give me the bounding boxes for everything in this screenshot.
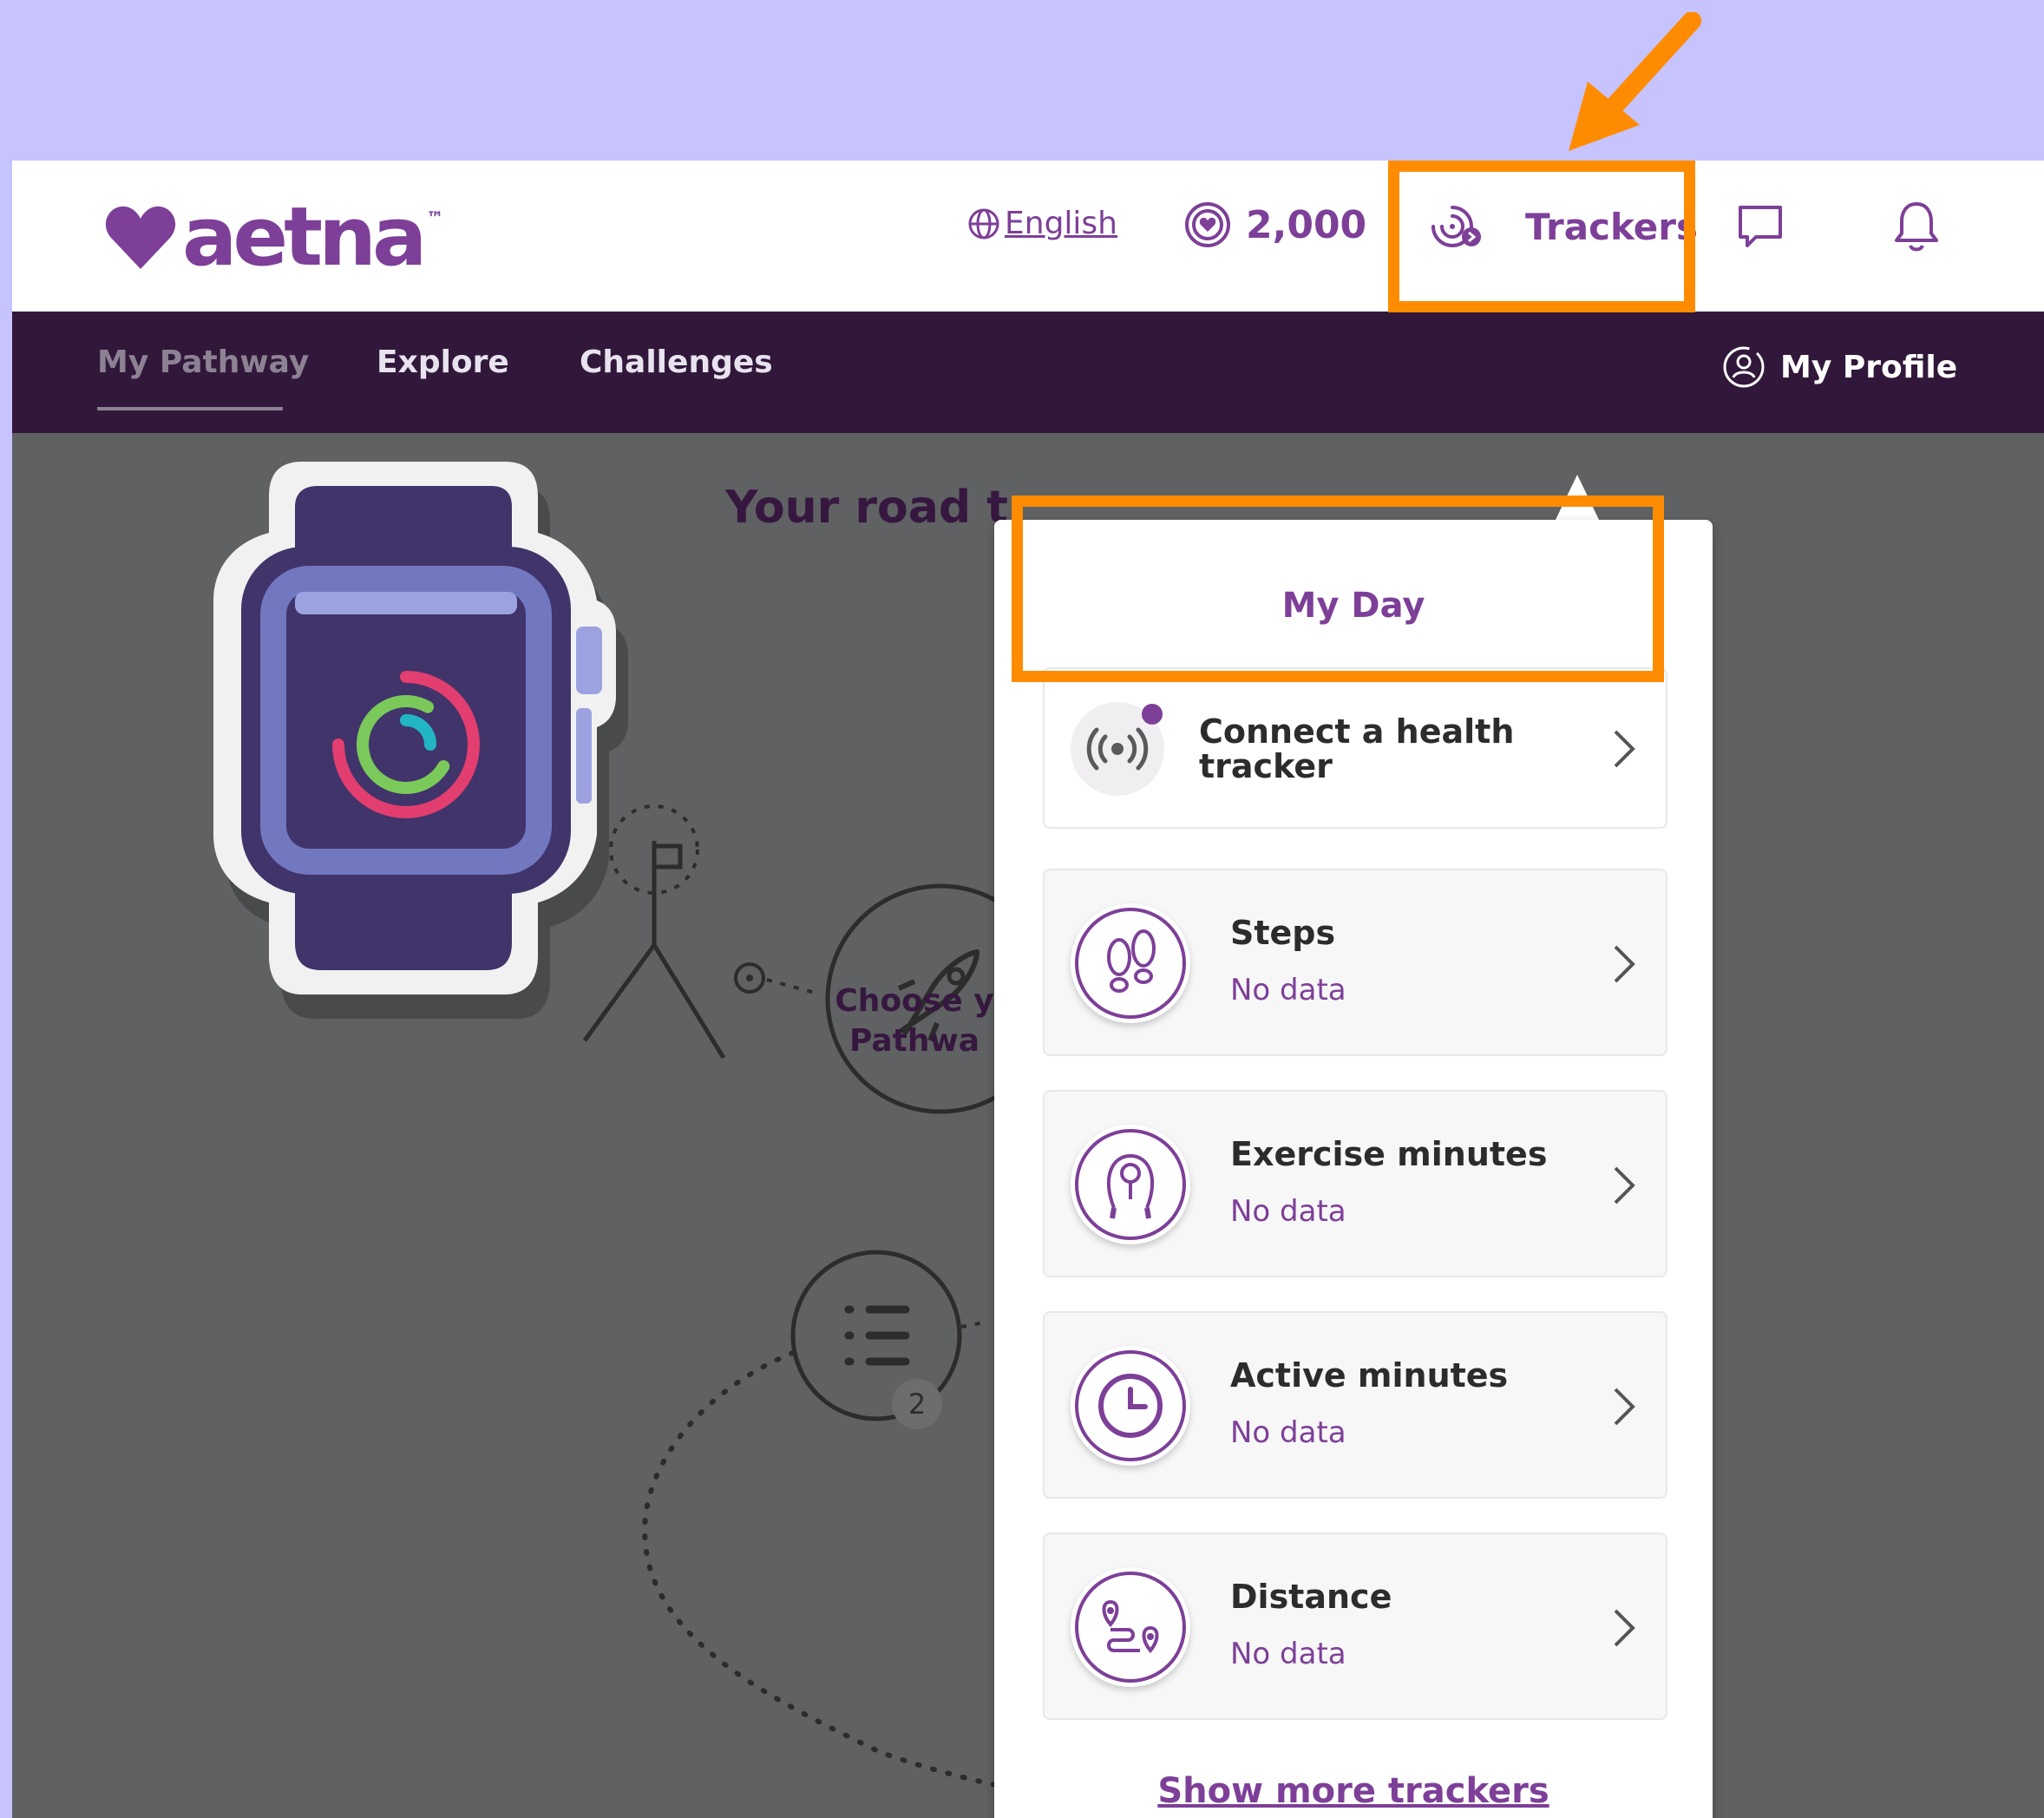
tracker-card-steps[interactable]: Steps No data bbox=[1043, 869, 1667, 1056]
heart-logo-icon bbox=[105, 206, 176, 269]
step-number-badge: 2 bbox=[892, 1379, 942, 1429]
my-profile-link[interactable]: My Profile bbox=[1721, 345, 1957, 390]
nav-my-pathway[interactable]: My Pathway bbox=[97, 345, 309, 380]
chevron-right-icon bbox=[1614, 1166, 1635, 1204]
orange-arrow-icon bbox=[1569, 12, 1701, 151]
main-nav: My Pathway Explore Challenges My Profile bbox=[12, 312, 2044, 433]
connect-health-tracker-button[interactable]: Connect a health tracker bbox=[1043, 667, 1667, 829]
profile-label: My Profile bbox=[1780, 349, 1958, 385]
language-selector[interactable]: English bbox=[966, 206, 1117, 241]
connect-badge-icon bbox=[1142, 704, 1163, 725]
points-value: 2,000 bbox=[1246, 202, 1367, 247]
clock-icon bbox=[1071, 1346, 1190, 1466]
tracker-card-active-minutes[interactable]: Active minutes No data bbox=[1043, 1311, 1667, 1499]
jump-rope-icon bbox=[1071, 1125, 1190, 1244]
trackers-highlight-box bbox=[1388, 161, 1695, 312]
logo-wordmark: aetna bbox=[182, 190, 427, 285]
chevron-right-icon bbox=[1614, 730, 1635, 768]
show-more-trackers-link[interactable]: Show more trackers bbox=[994, 1771, 1713, 1811]
choose-pathway-label: Choose y Pathwa bbox=[819, 981, 1010, 1061]
trackers-dropdown: My Day Connect a health tracker Steps No… bbox=[994, 520, 1713, 1818]
chat-icon[interactable] bbox=[1735, 202, 1785, 253]
tracker-name: Distance bbox=[1230, 1578, 1392, 1616]
logo-trademark: ™ bbox=[426, 207, 444, 228]
profile-icon bbox=[1723, 346, 1765, 388]
bell-icon[interactable] bbox=[1891, 199, 1942, 254]
chevron-right-icon bbox=[1614, 1388, 1635, 1426]
nav-explore[interactable]: Explore bbox=[377, 345, 509, 380]
chevron-right-icon bbox=[1614, 1609, 1635, 1647]
rewards-points-icon bbox=[1185, 202, 1230, 247]
language-label: English bbox=[1005, 206, 1117, 241]
chevron-right-icon bbox=[1614, 945, 1635, 983]
tracker-name: Exercise minutes bbox=[1230, 1135, 1548, 1173]
globe-icon bbox=[968, 208, 999, 239]
smartwatch-sticker-icon bbox=[213, 462, 628, 1019]
tracker-value: No data bbox=[1230, 1415, 1346, 1450]
tracker-name: Active minutes bbox=[1230, 1356, 1509, 1395]
choose-label-line2: Pathwa bbox=[848, 1023, 980, 1059]
choose-label-line1: Choose y bbox=[835, 983, 994, 1019]
connect-highlight-box bbox=[1012, 496, 1664, 682]
route-icon bbox=[1071, 1567, 1190, 1687]
active-tab-indicator bbox=[97, 407, 283, 410]
top-header: aetna ™ English 2,000 Trackers bbox=[12, 161, 2044, 312]
tracker-value: No data bbox=[1230, 1194, 1346, 1229]
tracker-value: No data bbox=[1230, 1637, 1346, 1671]
tracker-value: No data bbox=[1230, 973, 1346, 1007]
aetna-logo[interactable]: aetna ™ bbox=[104, 197, 443, 279]
points-balance[interactable]: 2,000 bbox=[1183, 200, 1366, 249]
footprints-icon bbox=[1071, 903, 1190, 1023]
connect-label: Connect a health tracker bbox=[1199, 712, 1515, 785]
tracker-card-exercise-minutes[interactable]: Exercise minutes No data bbox=[1043, 1090, 1667, 1277]
tracker-card-distance[interactable]: Distance No data bbox=[1043, 1533, 1667, 1720]
tracker-name: Steps bbox=[1230, 914, 1336, 952]
nav-challenges[interactable]: Challenges bbox=[580, 345, 773, 380]
